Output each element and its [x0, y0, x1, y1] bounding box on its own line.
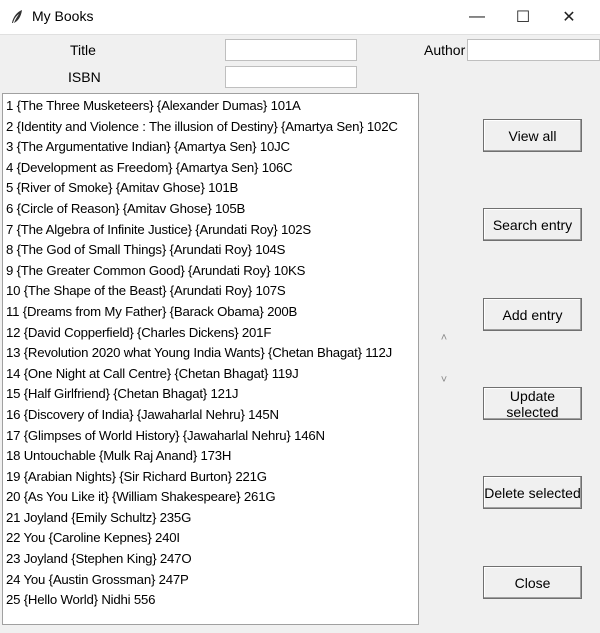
list-item[interactable]: 23 Joyland {Stephen King} 247O: [6, 549, 418, 570]
minimize-button[interactable]: —: [454, 0, 500, 34]
list-item[interactable]: 18 Untouchable {Mulk Raj Anand} 173H: [6, 446, 418, 467]
feather-icon: [12, 10, 22, 23]
list-item[interactable]: 20 {As You Like it} {William Shakespeare…: [6, 487, 418, 508]
scroll-down-arrow[interactable]: ˅: [434, 370, 454, 390]
list-item[interactable]: 6 {Circle of Reason} {Amitav Ghose} 105B: [6, 199, 418, 220]
add-entry-button[interactable]: Add entry: [483, 298, 582, 331]
list-item[interactable]: 12 {David Copperfield} {Charles Dickens}…: [6, 323, 418, 344]
list-item[interactable]: 22 You {Caroline Kepnes} 240I: [6, 528, 418, 549]
book-list[interactable]: 1 {The Three Musketeers} {Alexander Duma…: [3, 94, 418, 611]
list-item[interactable]: 3 {The Argumentative Indian} {Amartya Se…: [6, 137, 418, 158]
author-input[interactable]: [467, 39, 600, 61]
list-item[interactable]: 5 {River of Smoke} {Amitav Ghose} 101B: [6, 178, 418, 199]
isbn-label: ISBN: [68, 69, 101, 85]
list-item[interactable]: 15 {Half Girlfriend} {Chetan Bhagat} 121…: [6, 384, 418, 405]
update-selected-button[interactable]: Update selected: [483, 387, 582, 420]
title-bar: My Books — ☐ ✕: [0, 0, 600, 35]
minimize-icon: —: [469, 8, 485, 25]
chevron-up-icon: ˄: [440, 332, 448, 344]
list-item[interactable]: 4 {Development as Freedom} {Amartya Sen}…: [6, 158, 418, 179]
maximize-icon: ☐: [515, 9, 531, 26]
close-window-button[interactable]: ✕: [546, 0, 592, 34]
close-icon: ✕: [562, 9, 576, 26]
list-item[interactable]: 1 {The Three Musketeers} {Alexander Duma…: [6, 96, 418, 117]
view-all-button[interactable]: View all: [483, 119, 582, 152]
list-item[interactable]: 10 {The Shape of the Beast} {Arundati Ro…: [6, 281, 418, 302]
delete-selected-button[interactable]: Delete selected: [483, 476, 582, 509]
list-item[interactable]: 25 {Hello World} Nidhi 556: [6, 590, 418, 611]
list-item[interactable]: 9 {The Greater Common Good} {Arundati Ro…: [6, 261, 418, 282]
title-input[interactable]: [225, 39, 357, 61]
list-item[interactable]: 17 {Glimpses of World History} {Jawaharl…: [6, 426, 418, 447]
list-item[interactable]: 13 {Revolution 2020 what Young India Wan…: [6, 343, 418, 364]
list-item[interactable]: 8 {The God of Small Things} {Arundati Ro…: [6, 240, 418, 261]
search-entry-button[interactable]: Search entry: [483, 208, 582, 241]
window-title: My Books: [32, 8, 94, 24]
title-label: Title: [70, 42, 96, 58]
list-item[interactable]: 16 {Discovery of India} {Jawaharlal Nehr…: [6, 405, 418, 426]
maximize-button[interactable]: ☐: [500, 0, 546, 34]
isbn-input[interactable]: [225, 66, 357, 88]
list-item[interactable]: 11 {Dreams from My Father} {Barack Obama…: [6, 302, 418, 323]
list-item[interactable]: 2 {Identity and Violence : The illusion …: [6, 117, 418, 138]
scroll-up-arrow[interactable]: ˄: [434, 328, 454, 348]
list-item[interactable]: 24 You {Austin Grossman} 247P: [6, 570, 418, 591]
list-item[interactable]: 7 {The Algebra of Infinite Justice} {Aru…: [6, 220, 418, 241]
close-button[interactable]: Close: [483, 566, 582, 599]
books-listbox[interactable]: 1 {The Three Musketeers} {Alexander Duma…: [2, 93, 419, 625]
list-item[interactable]: 21 Joyland {Emily Schultz} 235G: [6, 508, 418, 529]
list-item[interactable]: 14 {One Night at Call Centre} {Chetan Bh…: [6, 364, 418, 385]
list-item[interactable]: 19 {Arabian Nights} {Sir Richard Burton}…: [6, 467, 418, 488]
author-label: Author: [424, 42, 466, 58]
chevron-down-icon: ˅: [440, 374, 448, 386]
